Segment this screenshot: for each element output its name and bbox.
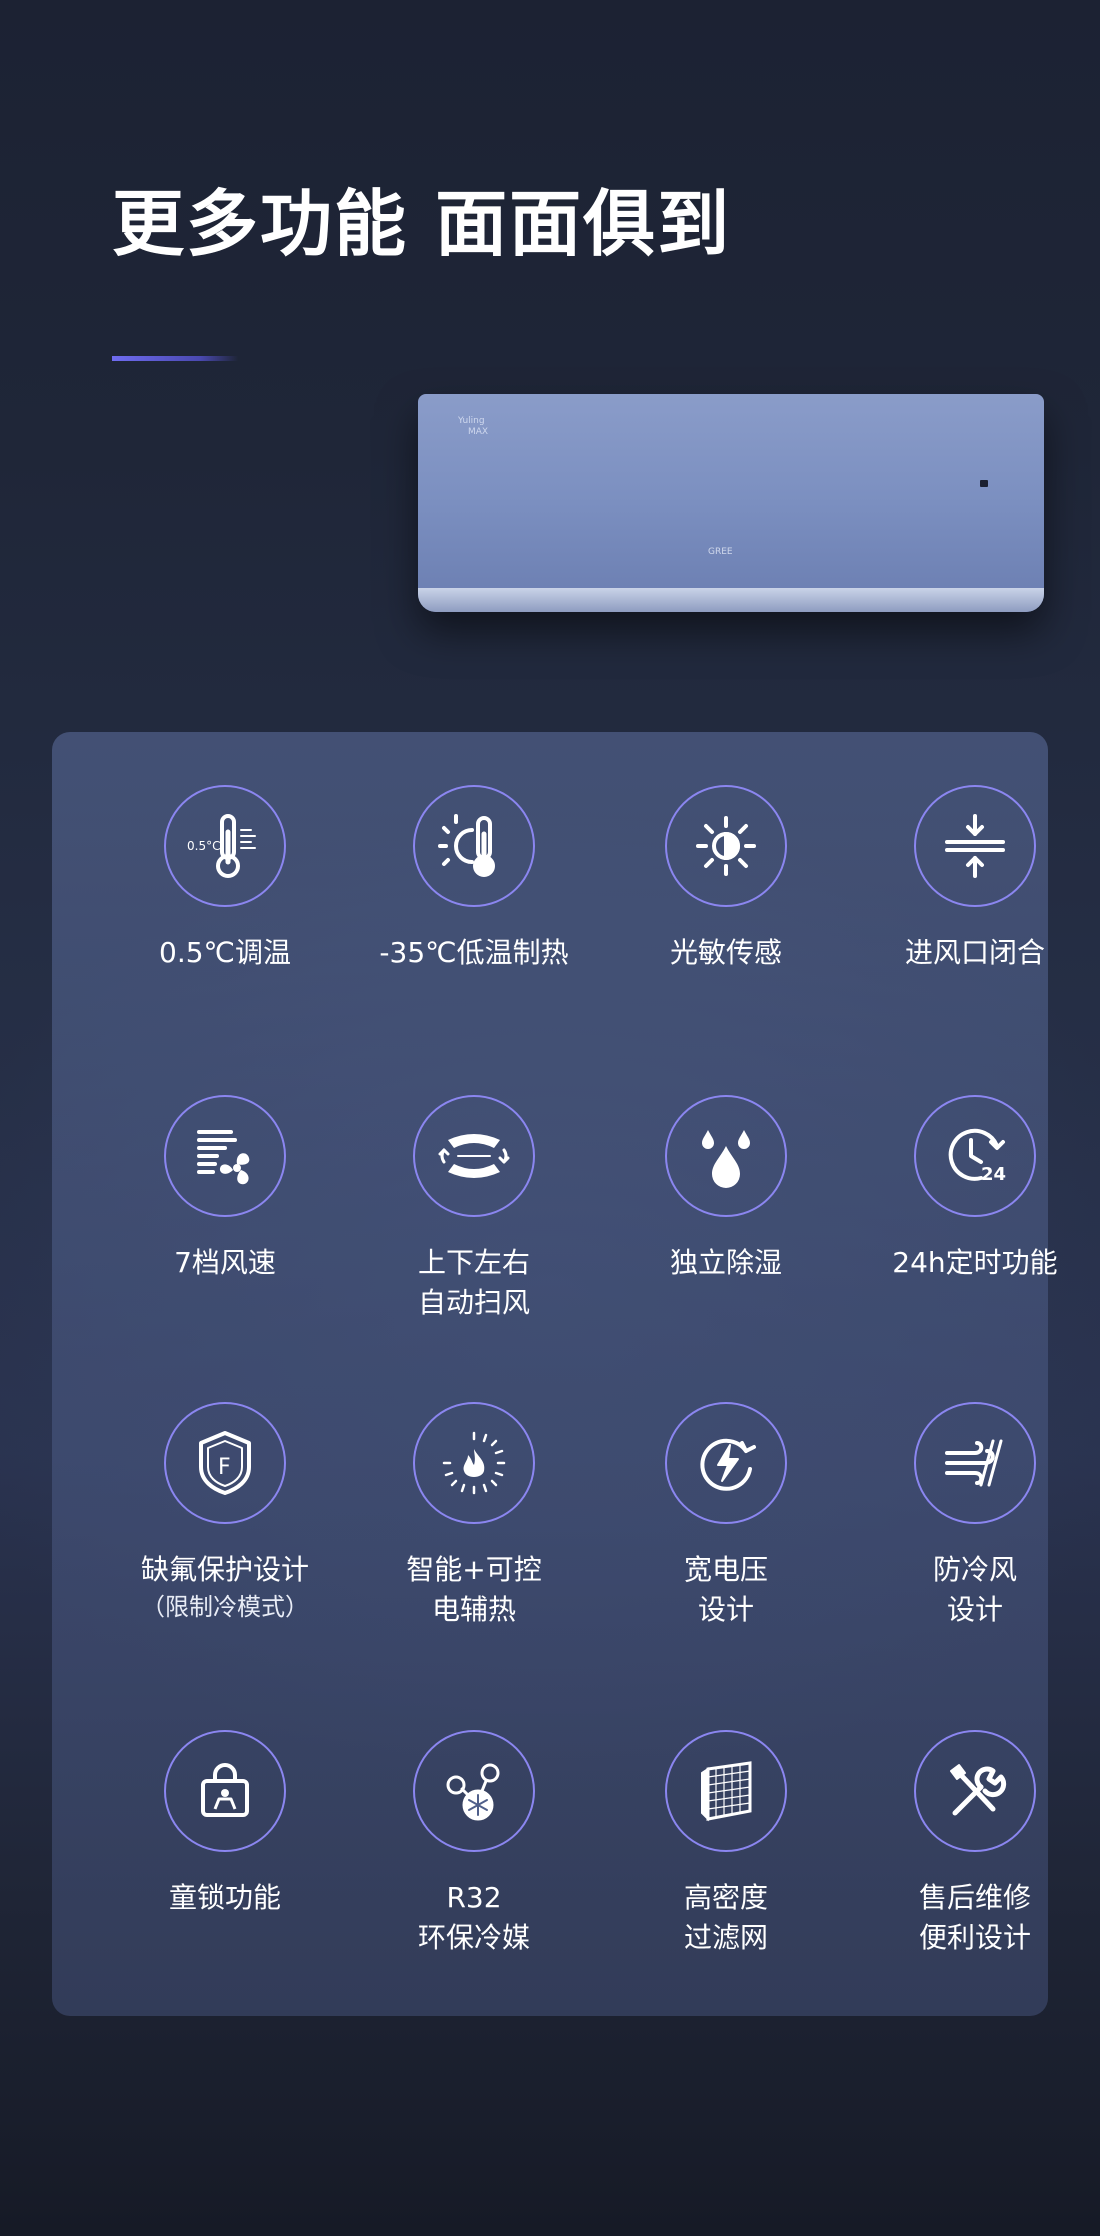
air-conditioner-image: Yuling MAX GREE	[418, 394, 1044, 612]
feature-light-sensor: 光敏传感	[601, 785, 851, 973]
child-lock-icon	[164, 1730, 286, 1852]
anti-cold-wind-icon	[914, 1402, 1036, 1524]
wide-voltage-icon	[665, 1402, 787, 1524]
feature-label: 智能+可控 电辅热	[406, 1553, 542, 1626]
svg-text:F: F	[218, 1455, 231, 1480]
feature-child-lock: 童锁功能	[100, 1730, 350, 1918]
feature-label: 0.5℃调温	[159, 936, 291, 969]
feature-dehumidify: 独立除湿	[601, 1095, 851, 1283]
feature-label: R32 环保冷媒	[417, 1881, 530, 1954]
feature-r32: R32 环保冷媒	[349, 1730, 599, 1958]
feature-label: 高密度 过滤网	[683, 1881, 768, 1954]
dehumidify-icon	[665, 1095, 787, 1217]
product-badge: Yuling MAX	[458, 416, 489, 437]
feature-wide-voltage: 宽电压 设计	[601, 1402, 851, 1630]
feature-label: 宽电压 设计	[683, 1553, 768, 1626]
freon-shield-icon: F	[164, 1402, 286, 1524]
feature-electric-heat: 智能+可控 电辅热	[349, 1402, 599, 1630]
swing-icon	[413, 1095, 535, 1217]
feature-filter: 高密度 过滤网	[601, 1730, 851, 1958]
feature-label: 售后维修 便利设计	[918, 1881, 1031, 1954]
title-underline	[112, 356, 238, 361]
feature-label: 防冷风 设计	[932, 1553, 1017, 1626]
feature-anti-cold-wind: 防冷风 设计	[850, 1402, 1100, 1630]
feature-temp-adjust: 0.5°C 0.5℃调温	[100, 785, 350, 973]
r32-refrigerant-icon	[413, 1730, 535, 1852]
light-sensor-icon	[665, 785, 787, 907]
features-panel: 0.5°C 0.5℃调温 -35℃低温制热 光敏传感 进风口闭合 7档风速 上下…	[52, 732, 1058, 2016]
feature-label: 7档风速	[174, 1246, 276, 1279]
electric-heat-icon	[413, 1402, 535, 1524]
feature-label: 童锁功能	[168, 1881, 281, 1914]
feature-freon-protect: F 缺氟保护设计 （限制冷模式）	[100, 1402, 350, 1624]
feature-after-sales: 售后维修 便利设计	[850, 1730, 1100, 1958]
svg-text:24: 24	[981, 1164, 1006, 1185]
air-inlet-close-icon	[914, 785, 1036, 907]
feature-timer: 24 24h定时功能	[850, 1095, 1100, 1283]
svg-text:0.5°C: 0.5°C	[187, 839, 220, 853]
brand-logo: GREE	[708, 547, 733, 557]
feature-auto-swing: 上下左右 自动扫风	[349, 1095, 599, 1323]
sun-thermometer-icon	[413, 785, 535, 907]
fan-speed-icon	[164, 1095, 286, 1217]
feature-label: 进风口闭合	[904, 936, 1045, 969]
feature-label: 光敏传感	[669, 936, 782, 969]
thermometer-icon: 0.5°C	[164, 785, 286, 907]
timer-24h-icon: 24	[914, 1095, 1036, 1217]
feature-inlet-close: 进风口闭合	[850, 785, 1100, 973]
feature-label: 24h定时功能	[892, 1246, 1058, 1279]
repair-tools-icon	[914, 1730, 1036, 1852]
feature-label: -35℃低温制热	[379, 936, 569, 969]
feature-low-temp-heat: -35℃低温制热	[349, 785, 599, 973]
sensor-window	[980, 480, 988, 487]
page-title: 更多功能 面面俱到	[112, 182, 732, 266]
feature-label: 独立除湿	[669, 1246, 782, 1279]
filter-mesh-icon	[665, 1730, 787, 1852]
feature-label: 缺氟保护设计 （限制冷模式）	[140, 1553, 309, 1621]
ac-bottom-edge	[418, 588, 1044, 612]
feature-label: 上下左右 自动扫风	[417, 1246, 530, 1319]
feature-fan-speed: 7档风速	[100, 1095, 350, 1283]
